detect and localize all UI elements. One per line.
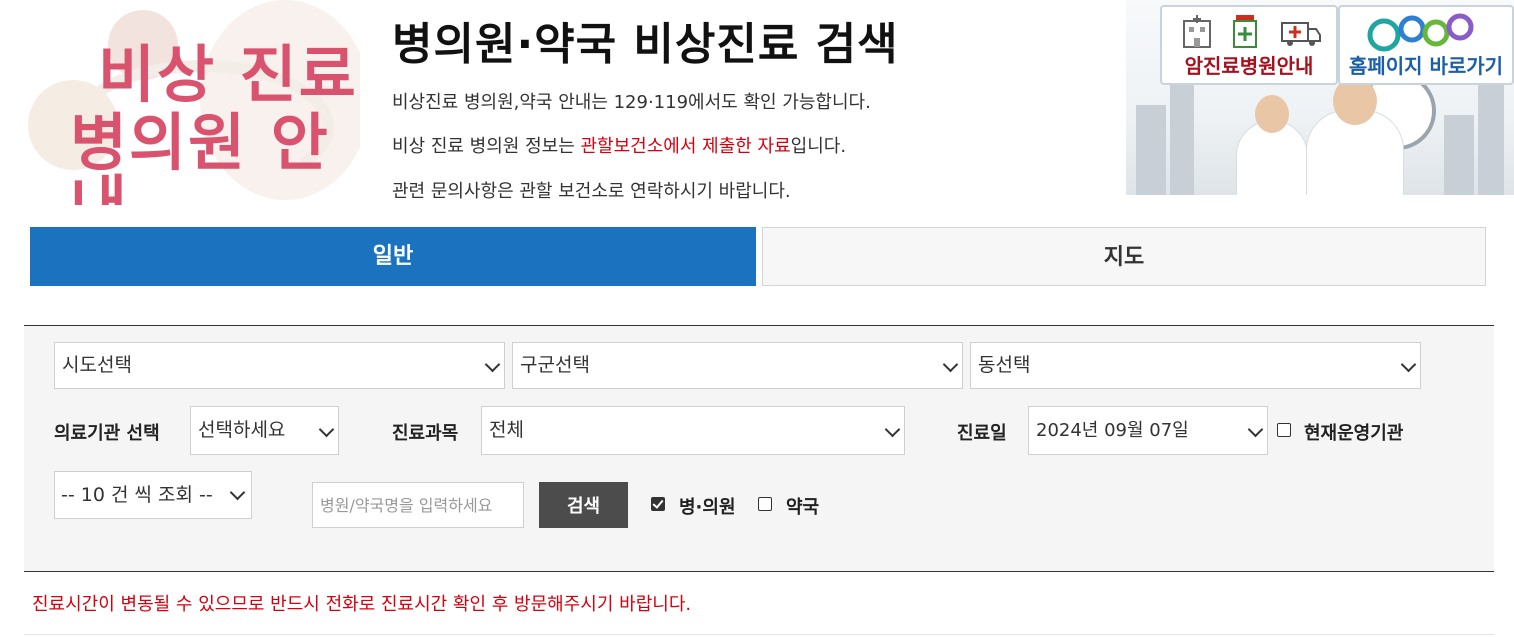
notice-text: 비상진료 병의원,약국 안내는 129·119에서도 확인 가능합니다.: [392, 92, 871, 113]
institution-label: 의료기관 선택: [54, 423, 160, 444]
notice-text: 입니다.: [790, 136, 847, 157]
doctor-illustration: [1306, 77, 1404, 195]
chevron-down-icon: [318, 421, 335, 438]
medicine-bottle-icon: [1233, 15, 1257, 48]
search-panel: 시도선택 구군선택 동선택 의료기관 선택 선택하세요 진료과목 전체 진료일 …: [24, 325, 1494, 572]
page-title: 병의원·약국 비상진료 검색: [392, 19, 899, 70]
date-select-value: 2024년 09월 07일: [1036, 420, 1189, 441]
logo-text-line2: 병의원 안내: [70, 106, 330, 206]
homepage-link[interactable]: 홈페이지 바로가기: [1338, 5, 1514, 85]
dong-select[interactable]: 동선택: [970, 342, 1421, 389]
notice-text: 비상 진료 병의원 정보는: [392, 136, 581, 157]
department-select[interactable]: 전체: [481, 406, 905, 455]
gugun-select[interactable]: 구군선택: [512, 342, 963, 389]
emergency-logo-banner: 비상 진료 병의원 안내: [0, 0, 360, 205]
notice-line: 관련 문의사항은 관할 보건소로 연락하시기 바랍니다.: [392, 177, 791, 203]
cancer-hospital-link[interactable]: 암진료병원안내: [1160, 5, 1338, 85]
right-banner: 암진료병원안내 홈페이지 바로가기: [1126, 0, 1514, 195]
operating-checkbox[interactable]: [1277, 423, 1291, 437]
cancer-hospital-label: 암진료병원안내: [1184, 54, 1314, 78]
chevron-down-icon: [1400, 356, 1417, 373]
institution-select[interactable]: 선택하세요: [190, 406, 339, 455]
doctor-head: [1255, 95, 1289, 133]
date-label: 진료일: [957, 423, 1007, 444]
city-building: [1444, 115, 1474, 195]
notice-line: 비상 진료 병의원 정보는 관할보건소에서 제출한 자료입니다.: [392, 132, 846, 158]
doctor-illustration: [1236, 95, 1308, 195]
city-logo-icon: [1367, 13, 1474, 52]
dong-select-value: 동선택: [978, 354, 1031, 376]
notice-line: 비상진료 병의원,약국 안내는 129·119에서도 확인 가능합니다.: [392, 88, 871, 114]
search-button[interactable]: 검색: [539, 482, 628, 528]
city-building: [1478, 85, 1504, 195]
notice-text: 관련 문의사항은 관할 보건소로 연락하시기 바랍니다.: [392, 181, 791, 202]
hospital-checkbox[interactable]: [651, 497, 665, 511]
sido-select-value: 시도선택: [62, 354, 132, 376]
notice-highlight: 관할보건소에서 제출한 자료: [580, 136, 791, 157]
pharmacy-label: 약국: [786, 497, 820, 518]
chevron-down-icon: [1247, 421, 1264, 438]
hospital-building-icon: [1183, 15, 1211, 48]
logo-text-line1: 비상 진료: [98, 38, 358, 111]
tab-general[interactable]: 일반: [30, 227, 756, 286]
gugun-select-value: 구군선택: [520, 354, 590, 376]
warning-text: 진료시간이 변동될 수 있으므로 반드시 전화로 진료시간 확인 후 방문해주시…: [32, 594, 692, 615]
pharmacy-checkbox[interactable]: [758, 497, 772, 511]
name-search-input[interactable]: [312, 482, 524, 528]
page-size-select-value: -- 10 건 씩 조회 --: [61, 484, 213, 506]
ambulance-icon: [1281, 22, 1321, 46]
divider: [24, 634, 1494, 635]
chevron-down-icon: [484, 356, 501, 373]
department-select-value: 전체: [489, 419, 524, 441]
homepage-label: 홈페이지 바로가기: [1348, 54, 1504, 78]
chevron-down-icon: [884, 421, 901, 438]
chevron-down-icon: [942, 356, 959, 373]
operating-label: 현재운영기관: [1304, 423, 1404, 444]
sido-select[interactable]: 시도선택: [54, 342, 505, 389]
tab-map[interactable]: 지도: [762, 227, 1486, 286]
city-building: [1136, 105, 1166, 195]
institution-select-value: 선택하세요: [198, 419, 286, 441]
hospital-label: 병·의원: [679, 497, 736, 518]
chevron-down-icon: [229, 484, 246, 501]
department-label: 진료과목: [392, 423, 459, 444]
page-size-select[interactable]: -- 10 건 씩 조회 --: [54, 471, 252, 519]
date-select[interactable]: 2024년 09월 07일: [1028, 406, 1268, 455]
city-building: [1170, 75, 1194, 195]
